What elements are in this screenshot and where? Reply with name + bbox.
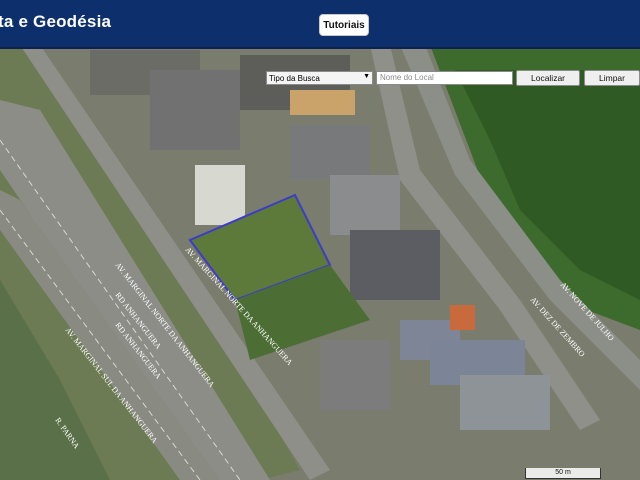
chevron-down-icon: ▼ bbox=[363, 73, 370, 80]
search-type-select[interactable]: Tipo da Busca ▼ bbox=[266, 71, 373, 85]
app-header: ta e Geodésia Tutoriais bbox=[0, 0, 640, 49]
scale-bar: 50 m bbox=[525, 468, 601, 479]
tutorials-button[interactable]: Tutoriais bbox=[319, 14, 369, 36]
place-name-input[interactable]: Nome do Local bbox=[376, 71, 513, 85]
search-type-value: Tipo da Busca bbox=[269, 73, 320, 83]
page-title: ta e Geodésia bbox=[0, 12, 112, 31]
clear-button[interactable]: Limpar bbox=[584, 70, 640, 86]
locate-button[interactable]: Localizar bbox=[516, 70, 580, 86]
